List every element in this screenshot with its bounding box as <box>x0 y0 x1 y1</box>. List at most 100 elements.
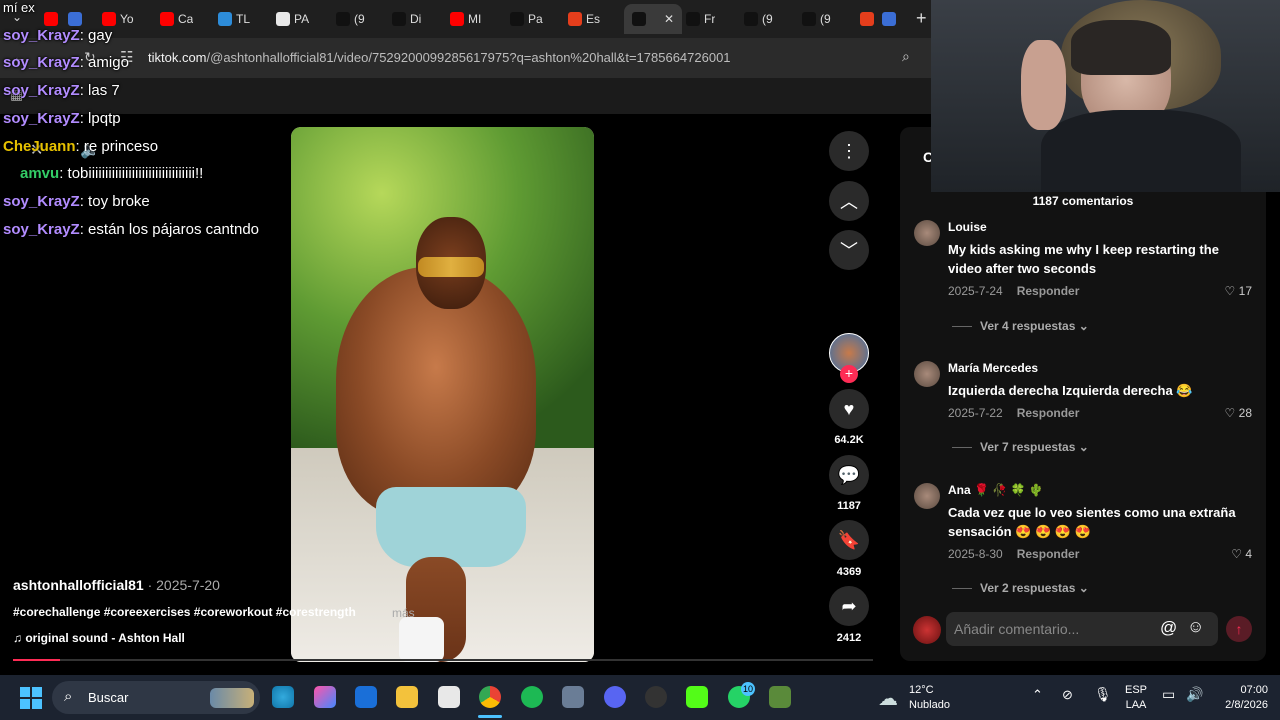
file-explorer-icon[interactable] <box>396 686 418 708</box>
reply-button[interactable]: Responder <box>1017 406 1080 420</box>
browser-tab[interactable] <box>882 8 900 30</box>
comment-button[interactable]: 💬 <box>829 455 869 495</box>
chat-username[interactable]: mí ex <box>3 0 35 15</box>
store-icon[interactable] <box>438 686 460 708</box>
minecraft-icon[interactable] <box>769 686 791 708</box>
search-icon[interactable]: ⌕ <box>902 48 910 65</box>
tab-favicon-icon <box>336 12 350 26</box>
obs-icon[interactable] <box>645 686 667 708</box>
chat-text: : las 7 <box>79 82 120 99</box>
microphone-icon[interactable]: 🎙 <box>1094 686 1112 703</box>
new-tab-button[interactable]: + <box>916 8 927 29</box>
browser-tab[interactable]: ✕ <box>624 4 683 34</box>
author-name[interactable]: ashtonhallofficial81 <box>13 577 144 593</box>
comment-input-box[interactable]: @ ☺ <box>946 612 1218 646</box>
comment-username[interactable]: Louise <box>948 220 987 234</box>
comment-meta: 2025-7-24 Responder <box>948 284 1079 298</box>
browser-tab[interactable]: Pa <box>510 8 543 30</box>
view-replies-button[interactable]: Ver 7 respuestas ⌄ <box>952 440 1089 454</box>
chat-username[interactable]: soy_KrayZ <box>3 27 80 44</box>
chat-username[interactable]: soy_KrayZ <box>3 82 80 99</box>
weather-temp: 12°C <box>909 684 934 696</box>
chat-username[interactable]: soy_KrayZ <box>3 221 80 238</box>
like-button[interactable]: ♥ <box>829 389 869 429</box>
chat-username[interactable]: soy_KrayZ <box>3 110 80 127</box>
chat-message: amvu: tobiiiiiiiiiiiiiiiiiiiiiiiiiiiiiii… <box>20 165 203 182</box>
video-date: · 2025-7-20 <box>143 577 220 593</box>
emoji-icon[interactable]: ☺ <box>1187 617 1204 637</box>
browser-tab[interactable] <box>860 8 878 30</box>
chat-text: : re princeso <box>75 138 159 155</box>
url-field[interactable]: tiktok.com/@ashtonhallofficial81/video/7… <box>148 50 731 65</box>
tab-favicon-icon <box>102 12 116 26</box>
comment-username[interactable]: María Mercedes <box>948 361 1038 375</box>
chat-message: soy_KrayZ: las 7 <box>3 82 120 99</box>
windows-start-icon[interactable] <box>20 687 42 709</box>
video-progress-bar[interactable] <box>13 659 873 661</box>
save-button[interactable]: 🔖 <box>829 520 869 560</box>
taskbar-search[interactable]: ⌕ Buscar <box>52 681 260 714</box>
chat-message: CheJuann: re princeso <box>3 138 158 155</box>
comment-username[interactable]: Ana 🌹 🥀 🍀 🌵 <box>948 483 1044 497</box>
settings-icon[interactable] <box>562 686 584 708</box>
outlook-icon[interactable] <box>355 686 377 708</box>
share-button[interactable]: ➦ <box>829 586 869 626</box>
chat-username[interactable]: CheJuann <box>3 138 76 155</box>
edge-icon[interactable] <box>272 686 294 708</box>
reply-button[interactable]: Responder <box>1017 284 1080 298</box>
clock-date: 2/8/2026 <box>1225 699 1268 711</box>
video-player[interactable] <box>291 127 594 662</box>
browser-tab[interactable]: TL <box>218 8 250 30</box>
next-video-button[interactable]: ﹀ <box>829 230 869 270</box>
tab-label: Fr <box>704 12 716 26</box>
follow-plus-icon[interactable]: + <box>840 365 858 383</box>
reply-button[interactable]: Responder <box>1017 547 1080 561</box>
mention-icon[interactable]: @ <box>1160 618 1177 638</box>
tray-chevron-icon[interactable]: ⌃ <box>1032 687 1043 703</box>
clock-time[interactable]: 07:00 <box>1208 684 1268 696</box>
comment-avatar[interactable] <box>914 361 940 387</box>
tab-label: Ca <box>178 12 194 26</box>
chat-username[interactable]: soy_KrayZ <box>3 193 80 210</box>
address-bar: ← ↻ ☷ tiktok.com/@ashtonhallofficial81/v… <box>0 38 940 78</box>
browser-tab[interactable]: Es <box>568 8 600 30</box>
more-link[interactable]: más <box>392 606 415 620</box>
video-author[interactable]: ashtonhallofficial81 · 2025-7-20 <box>13 577 220 593</box>
browser-tab[interactable]: (9 <box>744 8 773 30</box>
copilot-icon[interactable] <box>314 686 336 708</box>
discord-icon[interactable] <box>604 686 626 708</box>
network-icon[interactable]: ⊘ <box>1062 687 1073 703</box>
video-sound[interactable]: ♫ original sound - Ashton Hall <box>13 631 185 645</box>
comment-like-button[interactable]: ♡ 17 <box>1225 284 1252 298</box>
view-replies-button[interactable]: Ver 4 respuestas ⌄ <box>952 319 1089 333</box>
comment-count: 1187 <box>837 500 861 512</box>
comment-like-button[interactable]: ♡ 28 <box>1225 406 1252 420</box>
kick-icon[interactable] <box>686 686 708 708</box>
chrome-icon[interactable] <box>479 686 501 708</box>
tab-favicon-icon <box>860 12 874 26</box>
chat-username[interactable]: soy_KrayZ <box>3 54 80 71</box>
chat-username[interactable]: amvu <box>20 165 59 182</box>
send-comment-button[interactable]: ↑ <box>1226 616 1252 642</box>
browser-tab[interactable]: Ca <box>160 8 193 30</box>
monitor-icon[interactable]: ▭ <box>1162 686 1175 703</box>
view-replies-button[interactable]: Ver 2 respuestas ⌄ <box>952 581 1089 595</box>
spotify-icon[interactable] <box>521 686 543 708</box>
browser-tab[interactable]: Di <box>392 8 421 30</box>
language-label[interactable]: ESP <box>1122 684 1150 696</box>
browser-tab[interactable]: PA <box>276 8 309 30</box>
comment-input[interactable] <box>954 618 1154 640</box>
browser-tab[interactable]: MI <box>450 8 481 30</box>
cloud-icon[interactable]: ☁ <box>878 686 898 711</box>
more-options-button[interactable]: ⋮ <box>829 131 869 171</box>
browser-tab[interactable]: (9 <box>802 8 831 30</box>
comment-like-button[interactable]: ♡ 4 <box>1231 547 1252 561</box>
browser-tab[interactable]: (9 <box>336 8 365 30</box>
comment-avatar[interactable] <box>914 483 940 509</box>
browser-tab[interactable]: Fr <box>686 8 715 30</box>
volume-icon[interactable]: 🔊 <box>1186 686 1203 703</box>
video-hashtags[interactable]: #corechallenge #coreexercises #coreworko… <box>13 605 356 619</box>
previous-video-button[interactable]: ︿ <box>829 181 869 221</box>
close-tab-icon[interactable]: ✕ <box>664 12 674 26</box>
comment-avatar[interactable] <box>914 220 940 246</box>
